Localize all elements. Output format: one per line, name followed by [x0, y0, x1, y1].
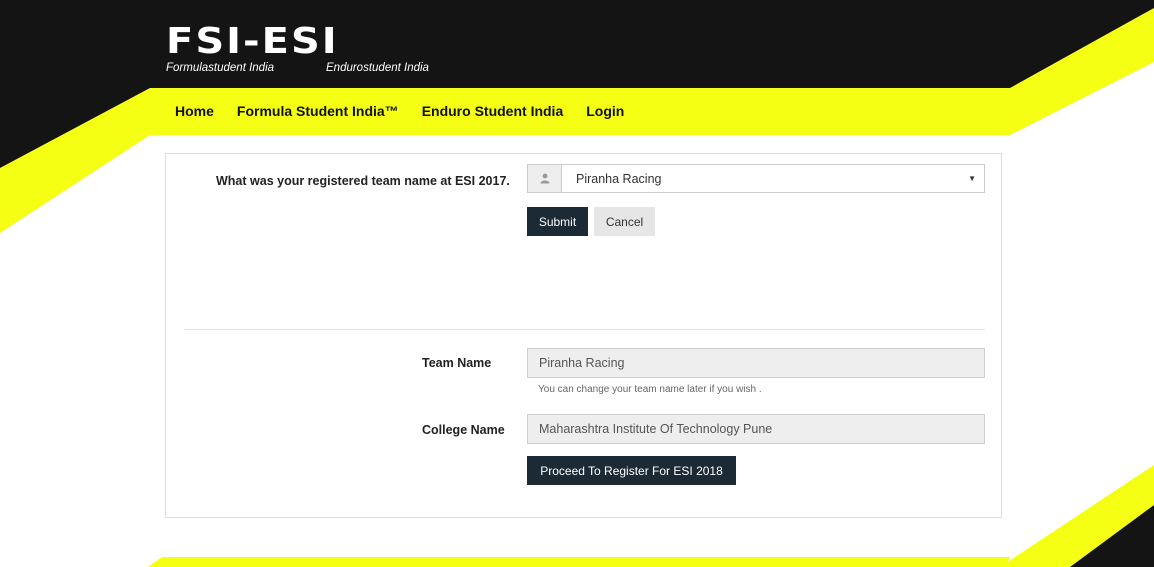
logo-subtitle-formula: Formulastudent India	[166, 62, 275, 74]
caret-down-icon: ▼	[968, 174, 976, 183]
logo-subtitle-enduro: Endurostudent India	[326, 62, 429, 74]
logo[interactable]: FSI-ESI Formulastudent India Endurostude…	[166, 21, 429, 74]
proceed-register-button[interactable]: Proceed To Register For ESI 2018	[527, 456, 736, 485]
team-select[interactable]: Piranha Racing ▼	[527, 164, 985, 193]
team-question-label: What was your registered team name at ES…	[216, 174, 510, 188]
team-select-value[interactable]: Piranha Racing ▼	[562, 165, 984, 192]
team-name-help-text: You can change your team name later if y…	[538, 384, 762, 395]
team-name-field[interactable]: Piranha Racing	[527, 348, 985, 378]
college-name-field[interactable]: Maharashtra Institute Of Technology Pune	[527, 414, 985, 444]
main-nav: Home Formula Student India™ Enduro Stude…	[175, 103, 624, 119]
nav-item-home[interactable]: Home	[175, 103, 214, 119]
team-select-text: Piranha Racing	[576, 171, 662, 186]
nav-item-formula-student-india[interactable]: Formula Student India™	[237, 103, 399, 119]
section-divider	[184, 329, 985, 330]
college-name-label: College Name	[422, 423, 505, 437]
user-icon	[528, 165, 562, 192]
nav-item-enduro-student-india[interactable]: Enduro Student India	[422, 103, 564, 119]
registration-card: What was your registered team name at ES…	[165, 153, 1002, 518]
cancel-button[interactable]: Cancel	[594, 207, 655, 236]
bottom-yellow-bar	[148, 557, 1010, 567]
submit-button[interactable]: Submit	[527, 207, 588, 236]
team-name-label: Team Name	[422, 356, 492, 370]
logo-wordmark: FSI-ESI	[166, 21, 339, 62]
nav-item-login[interactable]: Login	[586, 103, 624, 119]
